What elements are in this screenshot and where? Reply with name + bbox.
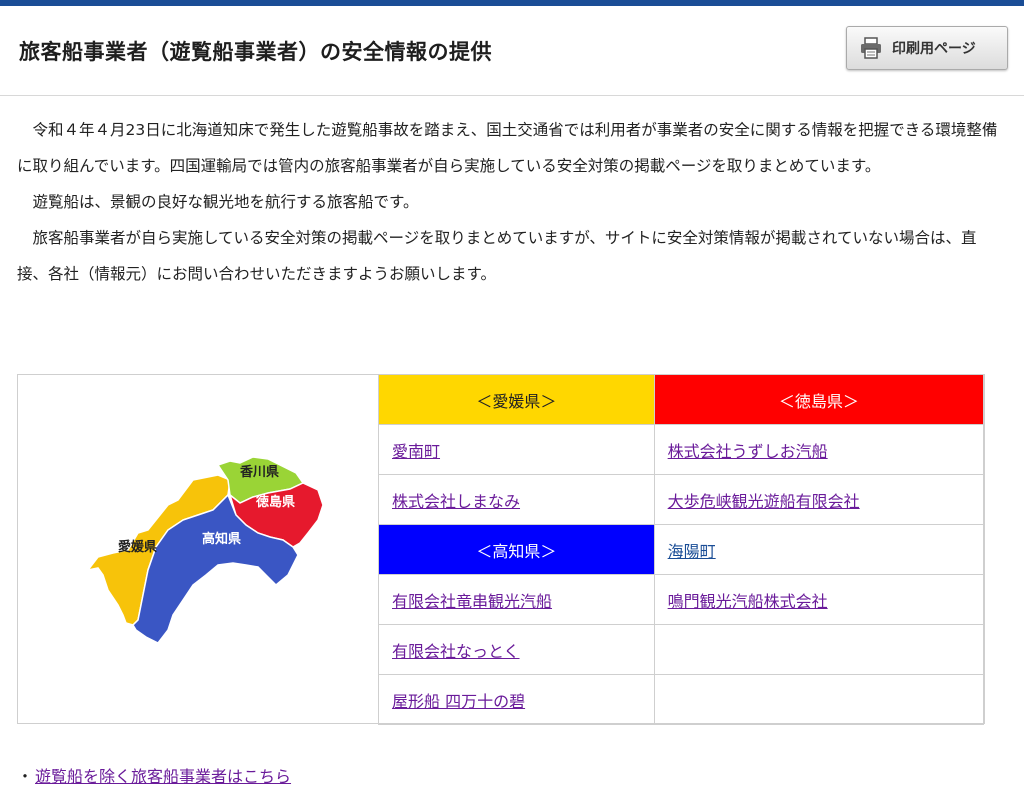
print-page-button[interactable]: 印刷用ページ <box>846 26 1008 70</box>
operator-link-oboke[interactable]: 大歩危峡観光遊船有限会社 <box>668 492 860 511</box>
operator-link-tatsukushi[interactable]: 有限会社竜串観光汽船 <box>392 592 552 611</box>
table-row: 愛南町 株式会社うずしお汽船 <box>378 424 985 475</box>
printer-icon <box>861 37 881 59</box>
ehime-header: ＜愛媛県＞ <box>378 374 655 425</box>
operator-link-naruto[interactable]: 鳴門観光汽船株式会社 <box>668 592 828 611</box>
map-label-kagawa: 香川県 <box>239 464 279 480</box>
empty-cell <box>653 674 985 725</box>
other-operators-link[interactable]: 遊覧船を除く旅客船事業者はこちら <box>35 767 291 786</box>
operators-panel: 香川県 徳島県 高知県 愛媛県 ＜愛媛県＞ ＜徳島県＞ 愛南町 株式会社うずしお… <box>17 374 985 725</box>
operator-link-kaiyo[interactable]: 海陽町 <box>668 542 716 561</box>
table-row: 有限会社なっとく <box>378 624 985 675</box>
map-label-ehime: 愛媛県 <box>118 539 157 555</box>
operator-link-uzushio[interactable]: 株式会社うずしお汽船 <box>668 442 828 461</box>
intro-text: 令和４年４月23日に北海道知床で発生した遊覧船事故を踏まえ、国土交通省では利用者… <box>17 112 1007 292</box>
operator-link-nattoku[interactable]: 有限会社なっとく <box>392 642 520 661</box>
table-row: 有限会社竜串観光汽船 鳴門観光汽船株式会社 <box>378 574 985 625</box>
footer-link-row: ・遊覧船を除く旅客船事業者はこちら <box>17 763 291 787</box>
intro-paragraph-1: 令和４年４月23日に北海道知床で発生した遊覧船事故を踏まえ、国土交通省では利用者… <box>17 121 998 175</box>
operator-link-ainan[interactable]: 愛南町 <box>392 442 440 461</box>
empty-cell <box>653 624 985 675</box>
map-label-tokushima: 徳島県 <box>255 494 295 510</box>
intro-paragraph-2: 遊覧船は、景観の良好な観光地を航行する旅客船です。 <box>32 193 419 211</box>
list-bullet: ・ <box>17 767 34 786</box>
operator-link-shimanami[interactable]: 株式会社しまなみ <box>392 492 520 511</box>
table-row: ＜高知県＞ 海陽町 <box>378 524 985 575</box>
table-row: ＜愛媛県＞ ＜徳島県＞ <box>378 374 985 425</box>
table-row: 屋形船 四万十の碧 <box>378 674 985 725</box>
page-title: 旅客船事業者（遊覧船事業者）の安全情報の提供 <box>19 40 492 64</box>
intro-paragraph-3: 旅客船事業者が自ら実施している安全対策の掲載ページを取りまとめていますが、サイト… <box>17 229 977 283</box>
operator-link-yakatabune[interactable]: 屋形船 四万十の碧 <box>392 692 525 711</box>
map-label-kochi: 高知県 <box>202 531 241 547</box>
tokushima-header: ＜徳島県＞ <box>653 374 985 425</box>
page-header: 旅客船事業者（遊覧船事業者）の安全情報の提供 印刷用ページ <box>0 6 1024 96</box>
shikoku-map: 香川県 徳島県 高知県 愛媛県 <box>86 456 324 644</box>
print-page-label: 印刷用ページ <box>892 41 976 57</box>
kochi-header: ＜高知県＞ <box>378 524 655 575</box>
table-row: 株式会社しまなみ 大歩危峡観光遊船有限会社 <box>378 474 985 525</box>
operators-table: ＜愛媛県＞ ＜徳島県＞ 愛南町 株式会社うずしお汽船 株式会社しまなみ 大歩危峡… <box>378 374 985 725</box>
